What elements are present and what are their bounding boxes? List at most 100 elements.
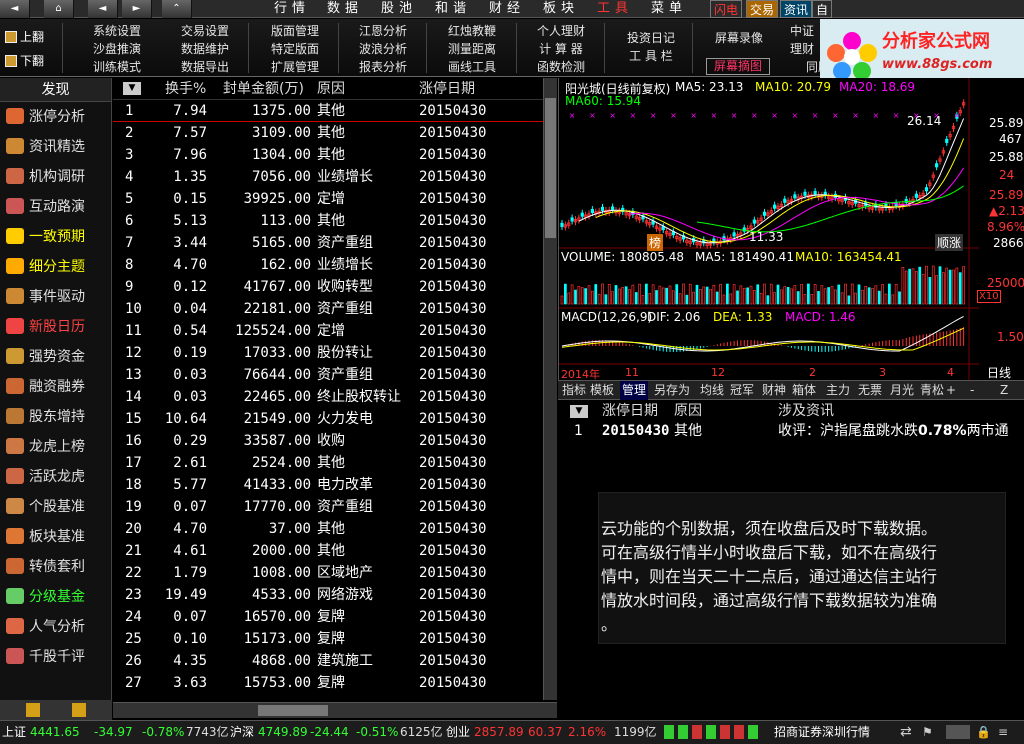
detail-col-news[interactable]: 涉及资讯 — [778, 401, 834, 421]
sidebar-item[interactable]: 新股日历 — [0, 312, 111, 342]
trade-button[interactable]: 交易 — [746, 0, 779, 18]
table-row[interactable]: 16 0.29 33587.00 收购 20150430 — [113, 430, 543, 452]
scroll-up-icon[interactable] — [26, 703, 40, 717]
table-row[interactable]: 10 0.04 22181.00 资产重组 20150430 — [113, 298, 543, 320]
chart-tab[interactable]: 财神 — [760, 381, 788, 400]
system-settings-button[interactable]: 系统设置 — [78, 22, 156, 40]
lock-icon[interactable]: 🔒 — [976, 721, 991, 743]
detail-row-news[interactable]: 收评：沪指尾盘跳水跌0.78%两市通 — [778, 421, 1024, 441]
menu-pool[interactable]: 股池 — [381, 0, 417, 18]
chart-tab[interactable]: Z — [998, 381, 1010, 400]
investment-diary-button[interactable]: 投资日记 — [612, 29, 690, 47]
menu-icon[interactable]: ≡ — [998, 721, 1008, 743]
report-analysis-button[interactable]: 报表分析 — [344, 58, 422, 76]
table-row[interactable]: 13 0.03 76644.00 资产重组 20150430 — [113, 364, 543, 386]
col-date[interactable]: 涨停日期 — [419, 78, 475, 100]
home-icon[interactable]: ⌂ — [44, 0, 74, 18]
menu-harmony[interactable]: 和谐 — [435, 0, 471, 18]
table-row[interactable]: 9 0.12 41767.00 收购转型 20150430 — [113, 276, 543, 298]
chart-tab[interactable]: 管理 — [620, 381, 649, 400]
table-row[interactable]: 4 1.35 7056.00 业绩增长 20150430 — [113, 166, 543, 188]
table-row[interactable]: 21 4.61 2000.00 其他 20150430 — [113, 540, 543, 562]
sidebar-item[interactable]: 互动路演 — [0, 192, 111, 222]
detail-row[interactable]: 1 20150430 其他 收评：沪指尾盘跳水跌0.78%两市通 — [558, 421, 1024, 441]
up-icon[interactable]: ⌃ — [162, 0, 192, 18]
chart-tab[interactable]: 冠军 — [728, 381, 756, 400]
table-row[interactable]: 2 7.57 3109.00 其他 20150430 — [113, 122, 543, 144]
table-row[interactable]: 18 5.77 41433.00 电力改革 20150430 — [113, 474, 543, 496]
kline-chart[interactable]: × × × × × × × × × × × × × × × × × × × × 阳光城(日线前复权) MA5: 23.… — [558, 78, 1024, 381]
detail-col-reason[interactable]: 原因 — [674, 401, 702, 421]
measure-distance-button[interactable]: 测量距离 — [433, 40, 511, 58]
sidebar-scroll-bar[interactable] — [0, 700, 112, 720]
table-horizontal-scrollbar[interactable] — [113, 702, 557, 718]
table-row[interactable]: 7 3.44 5165.00 资产重组 20150430 — [113, 232, 543, 254]
chart-tab[interactable]: 箱体 — [790, 381, 818, 400]
sidebar-item[interactable]: 个股基准 — [0, 492, 111, 522]
personal-finance-button[interactable]: 个人理财 — [522, 22, 600, 40]
table-row[interactable]: 23 19.49 4533.00 网络游戏 20150430 — [113, 584, 543, 606]
chart-tab[interactable]: - — [968, 381, 976, 400]
toolbar-toggle-button[interactable]: 工 具 栏 — [612, 47, 690, 65]
table-row[interactable]: 25 0.10 15173.00 复牌 20150430 — [113, 628, 543, 650]
table-vertical-scrollbar[interactable] — [543, 78, 557, 700]
flash-button[interactable]: 闪电 — [710, 0, 743, 18]
chart-tab[interactable]: 均线 — [698, 381, 726, 400]
sidebar-item[interactable]: 千股千评 — [0, 642, 111, 672]
sandbox-button[interactable]: 沙盘推演 — [78, 40, 156, 58]
table-row[interactable]: 20 4.70 37.00 其他 20150430 — [113, 518, 543, 540]
chart-tab[interactable]: 另存为 — [652, 381, 692, 400]
layout-manage-button[interactable]: 版面管理 — [256, 22, 334, 40]
table-row[interactable]: 27 3.63 15753.00 复牌 20150430 — [113, 672, 543, 694]
back-icon[interactable]: ◄ — [88, 0, 118, 18]
menu-quote[interactable]: 行情 — [274, 0, 310, 18]
sh-label[interactable]: 上证 — [2, 721, 26, 743]
sidebar-item[interactable]: 强势资金 — [0, 342, 111, 372]
table-row[interactable]: 8 4.70 162.00 业绩增长 20150430 — [113, 254, 543, 276]
table-row[interactable]: 17 2.61 2524.00 其他 20150430 — [113, 452, 543, 474]
connection-icon[interactable]: ⇄ — [900, 721, 912, 743]
period-label[interactable]: 日线 — [987, 364, 1011, 381]
page-down-button[interactable]: 下翻 — [5, 51, 53, 71]
page-up-button[interactable]: 上翻 — [5, 27, 53, 47]
sidebar-item[interactable]: 龙虎上榜 — [0, 432, 111, 462]
sort-dropdown-icon[interactable]: ▼ — [123, 82, 141, 95]
custom-button[interactable]: 自 — [812, 0, 833, 18]
chart-tab[interactable]: 青松 — [918, 381, 946, 400]
red-candle-button[interactable]: 红烛教鞭 — [433, 22, 511, 40]
wealth-button[interactable]: 理财 — [782, 40, 822, 58]
sidebar-item[interactable]: 细分主题 — [0, 252, 111, 282]
chart-tab[interactable]: 模板 — [588, 381, 616, 400]
chart-tab[interactable]: 无票 — [856, 381, 884, 400]
sidebar-item[interactable]: 人气分析 — [0, 612, 111, 642]
detail-col-date[interactable]: 涨停日期 — [602, 401, 658, 421]
special-layout-button[interactable]: 特定版面 — [256, 40, 334, 58]
sidebar-item[interactable]: 分级基金 — [0, 582, 111, 612]
chart-tab[interactable]: 主力 — [824, 381, 852, 400]
sidebar-item[interactable]: 一致预期 — [0, 222, 111, 252]
screen-record-button[interactable]: 屏幕录像 — [700, 29, 778, 47]
cy-label[interactable]: 创业 — [446, 721, 470, 743]
sidebar-item[interactable]: 资讯精选 — [0, 132, 111, 162]
sidebar-item[interactable]: 板块基准 — [0, 522, 111, 552]
alert-icon[interactable]: ⚑ — [922, 721, 933, 743]
table-row[interactable]: 22 1.79 1008.00 区域地产 20150430 — [113, 562, 543, 584]
screen-capture-button[interactable]: 屏幕摘图 — [706, 58, 770, 75]
calculator-button[interactable]: 计 算 器 — [522, 40, 600, 58]
col-seal-amount[interactable]: 封单金额(万) — [223, 78, 304, 100]
sidebar-item[interactable]: 事件驱动 — [0, 282, 111, 312]
table-row[interactable]: 19 0.07 17770.00 资产重组 20150430 — [113, 496, 543, 518]
table-row[interactable]: 24 0.07 16570.00 复牌 20150430 — [113, 606, 543, 628]
wave-analysis-button[interactable]: 波浪分析 — [344, 40, 422, 58]
trade-settings-button[interactable]: 交易设置 — [166, 22, 244, 40]
menu-main[interactable]: 菜单 — [651, 0, 687, 18]
scroll-thumb[interactable] — [545, 98, 556, 238]
chart-tab[interactable]: 月光 — [888, 381, 916, 400]
menu-data[interactable]: 数据 — [327, 0, 363, 18]
scroll-thumb[interactable] — [258, 705, 328, 716]
sidebar-item[interactable]: 转债套利 — [0, 552, 111, 582]
sidebar-item[interactable]: 活跃龙虎 — [0, 462, 111, 492]
table-row[interactable]: 26 4.35 4868.00 建筑施工 20150430 — [113, 650, 543, 672]
sz-label[interactable]: 沪深 — [230, 721, 254, 743]
draw-tool-button[interactable]: 画线工具 — [433, 58, 511, 76]
